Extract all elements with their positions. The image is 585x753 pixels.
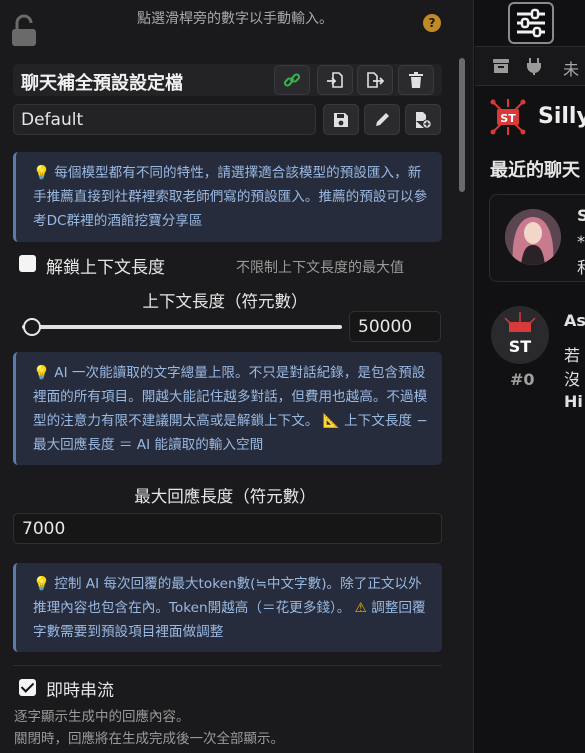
streaming-desc-1: 逐字顯示生成中的回應內容。	[14, 709, 190, 725]
unlock-context-checkbox[interactable]	[19, 255, 36, 272]
streaming-label: 即時串流	[46, 681, 114, 701]
message-line: 若沒	[564, 346, 581, 389]
max-response-title: 最大回應長度（符元數）	[134, 487, 316, 506]
save-preset-button[interactable]	[323, 104, 359, 135]
rename-preset-button[interactable]	[364, 104, 400, 135]
tab-label[interactable]: 未	[563, 56, 579, 80]
file-import-icon	[327, 72, 343, 88]
scrollbar[interactable]	[459, 58, 465, 192]
context-length-slider-track[interactable]	[22, 325, 342, 329]
unlock-context-label: 解鎖上下文長度	[46, 258, 165, 278]
context-length-slider-thumb[interactable]	[22, 318, 41, 336]
file-plus-icon	[416, 111, 432, 129]
max-response-input[interactable]: 7000	[13, 513, 442, 544]
preset-info-text: 每個模型都有不同的特性，請選擇適合該模型的預設匯入，新手推薦直接到社群裡索取老師…	[33, 165, 428, 229]
export-preset-button[interactable]	[357, 65, 393, 95]
lightbulb-icon: 💡	[33, 576, 50, 592]
unlock-icon[interactable]	[10, 14, 38, 48]
archive-icon[interactable]	[492, 57, 510, 75]
max-response-note: 💡 控制 AI 每次回覆的最大token數(≒中文字數)。除了正文以外推理內容也…	[13, 563, 442, 652]
chat-tabbar: 未	[475, 46, 585, 86]
triangle-ruler-icon: 📐	[322, 413, 340, 429]
streaming-checkbox[interactable]	[19, 679, 36, 696]
streaming-desc-2: 關閉時，回應將在生成完成後一次全部顯示。	[14, 731, 284, 747]
new-preset-button[interactable]	[405, 104, 441, 135]
context-length-title: 上下文長度（符元數）	[142, 292, 308, 311]
recent-chats-heading: 最近的聊天	[490, 160, 580, 181]
lightbulb-icon: 💡	[33, 165, 50, 181]
link-icon	[283, 73, 301, 87]
message-greeting: Hi	[564, 392, 583, 411]
sillytavern-logo-icon: ST	[490, 99, 526, 135]
chat-panel: 未 ST Silly 最近的聊天 S * 和 ST As 若沒 #	[475, 0, 585, 753]
app-title: Silly	[538, 104, 585, 129]
pencil-icon	[376, 112, 389, 126]
import-preset-button[interactable]	[317, 65, 353, 95]
bot-avatar: ST	[491, 306, 549, 364]
file-export-icon	[367, 72, 384, 88]
card-letter-1: S	[577, 206, 585, 225]
character-avatar	[505, 209, 561, 265]
top-hint: 點選滑桿旁的數字以手動輸入。	[137, 11, 333, 27]
help-icon[interactable]: ?	[423, 14, 441, 32]
settings-panel: 點選滑桿旁的數字以手動輸入。 ? 聊天補全預設設定檔 Default 💡 每個模…	[0, 0, 474, 753]
svg-text:ST: ST	[500, 112, 516, 125]
link-preset-button[interactable]	[274, 65, 310, 95]
trash-icon	[409, 72, 423, 88]
message-author: As	[564, 311, 585, 330]
preset-title: 聊天補全預設設定檔	[21, 73, 183, 94]
preset-select[interactable]: Default	[13, 104, 316, 135]
plug-icon[interactable]	[525, 57, 543, 75]
save-icon	[334, 112, 348, 127]
card-letter-3: 和	[577, 254, 585, 278]
card-letter-2: *	[577, 232, 585, 251]
preset-info-note: 💡 每個模型都有不同的特性，請選擇適合該模型的預設匯入，新手推薦直接到社群裡索取…	[13, 152, 442, 242]
delete-preset-button[interactable]	[398, 65, 434, 95]
svg-text:ST: ST	[509, 337, 532, 356]
sliders-icon	[517, 8, 545, 38]
lightbulb-icon: 💡	[33, 365, 50, 381]
sliders-settings-button[interactable]	[508, 2, 554, 44]
unlock-context-hint: 不限制上下文長度的最大值	[236, 260, 404, 276]
divider	[13, 665, 442, 666]
warning-icon: ⚠	[354, 600, 367, 616]
context-length-input[interactable]: 50000	[349, 311, 441, 342]
message-index: #0	[510, 370, 535, 389]
context-length-note: 💡 AI 一次能讀取的文字總量上限。不只是對話紀錄，是包含預設裡面的所有項目。開…	[13, 352, 442, 465]
